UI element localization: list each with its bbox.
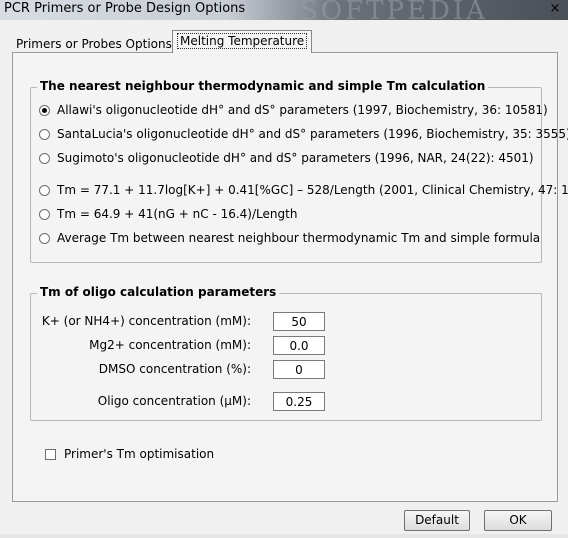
radio-average-tm[interactable]: Average Tm between nearest neighbour the…	[39, 231, 540, 245]
dmso-concentration-input[interactable]	[273, 360, 325, 379]
ok-button[interactable]: OK	[484, 510, 552, 531]
radio-circle[interactable]	[39, 152, 50, 164]
tm-optimisation-checkbox-row[interactable]: Primer's Tm optimisation	[45, 447, 214, 461]
nn-calculation-group: The nearest neighbour thermodynamic and …	[30, 79, 568, 263]
radio-label: Average Tm between nearest neighbour the…	[57, 231, 541, 245]
close-button[interactable]: ×	[548, 2, 562, 16]
oligo-concentration-label: Oligo concentration (µM):	[97, 394, 251, 408]
tab-melting-temperature[interactable]: Melting Temperature	[172, 30, 313, 53]
tab-label: Primers or Probes Options	[16, 37, 172, 51]
radio-circle[interactable]	[39, 208, 50, 220]
radio-circle-checked[interactable]	[39, 104, 50, 116]
radio-circle[interactable]	[39, 184, 50, 196]
group-title: The nearest neighbour thermodynamic and …	[37, 79, 489, 93]
radio-santalucia[interactable]: SantaLucia's oligonucleotide dH° and dS°…	[39, 127, 568, 141]
oligo-concentration-input[interactable]	[273, 392, 325, 411]
title-bar[interactable]: PCR Primers or Probe Design Options SOFT…	[0, 0, 568, 26]
dmso-concentration-label: DMSO concentration (%):	[98, 362, 251, 376]
radio-label: Tm = 64.9 + 41(nG + nC - 16.4)/Length	[57, 207, 298, 221]
k-concentration-label: K+ (or NH4+) concentration (mM):	[41, 314, 251, 328]
radio-circle[interactable]	[39, 128, 50, 140]
tm-parameters-group: Tm of oligo calculation parameters K+ (o…	[30, 285, 542, 421]
checkbox-label: Primer's Tm optimisation	[64, 447, 215, 461]
tab-panel: The nearest neighbour thermodynamic and …	[12, 52, 568, 502]
bottom-border	[0, 534, 568, 538]
default-button[interactable]: Default	[404, 510, 470, 531]
watermark-logo: SOFTPEDIA	[300, 0, 488, 26]
radio-circle[interactable]	[39, 232, 50, 244]
window-title: PCR Primers or Probe Design Options	[4, 1, 246, 16]
radio-label: Tm = 77.1 + 11.7log[K+] + 0.41[%GC] – 52…	[57, 183, 568, 197]
mg-concentration-label: Mg2+ concentration (mM):	[89, 338, 251, 352]
radio-tm-formula-1[interactable]: Tm = 77.1 + 11.7log[K+] + 0.41[%GC] – 52…	[39, 183, 568, 197]
tab-primers-or-probes-options[interactable]: Primers or Probes Options	[12, 34, 176, 54]
mg-concentration-input[interactable]	[273, 336, 325, 355]
tm-optimisation-checkbox[interactable]	[45, 448, 56, 460]
group-title: Tm of oligo calculation parameters	[37, 285, 280, 299]
radio-label: Sugimoto's oligonucleotide dH° and dS° p…	[57, 151, 534, 165]
radio-tm-formula-2[interactable]: Tm = 64.9 + 41(nG + nC - 16.4)/Length	[39, 207, 297, 221]
tab-label: Melting Temperature	[177, 33, 308, 49]
radio-label: Allawi's oligonucleotide dH° and dS° par…	[57, 103, 548, 117]
radio-allawi[interactable]: Allawi's oligonucleotide dH° and dS° par…	[39, 103, 548, 117]
radio-sugimoto[interactable]: Sugimoto's oligonucleotide dH° and dS° p…	[39, 151, 534, 165]
radio-label: SantaLucia's oligonucleotide dH° and dS°…	[57, 127, 568, 141]
k-concentration-input[interactable]	[273, 312, 325, 331]
